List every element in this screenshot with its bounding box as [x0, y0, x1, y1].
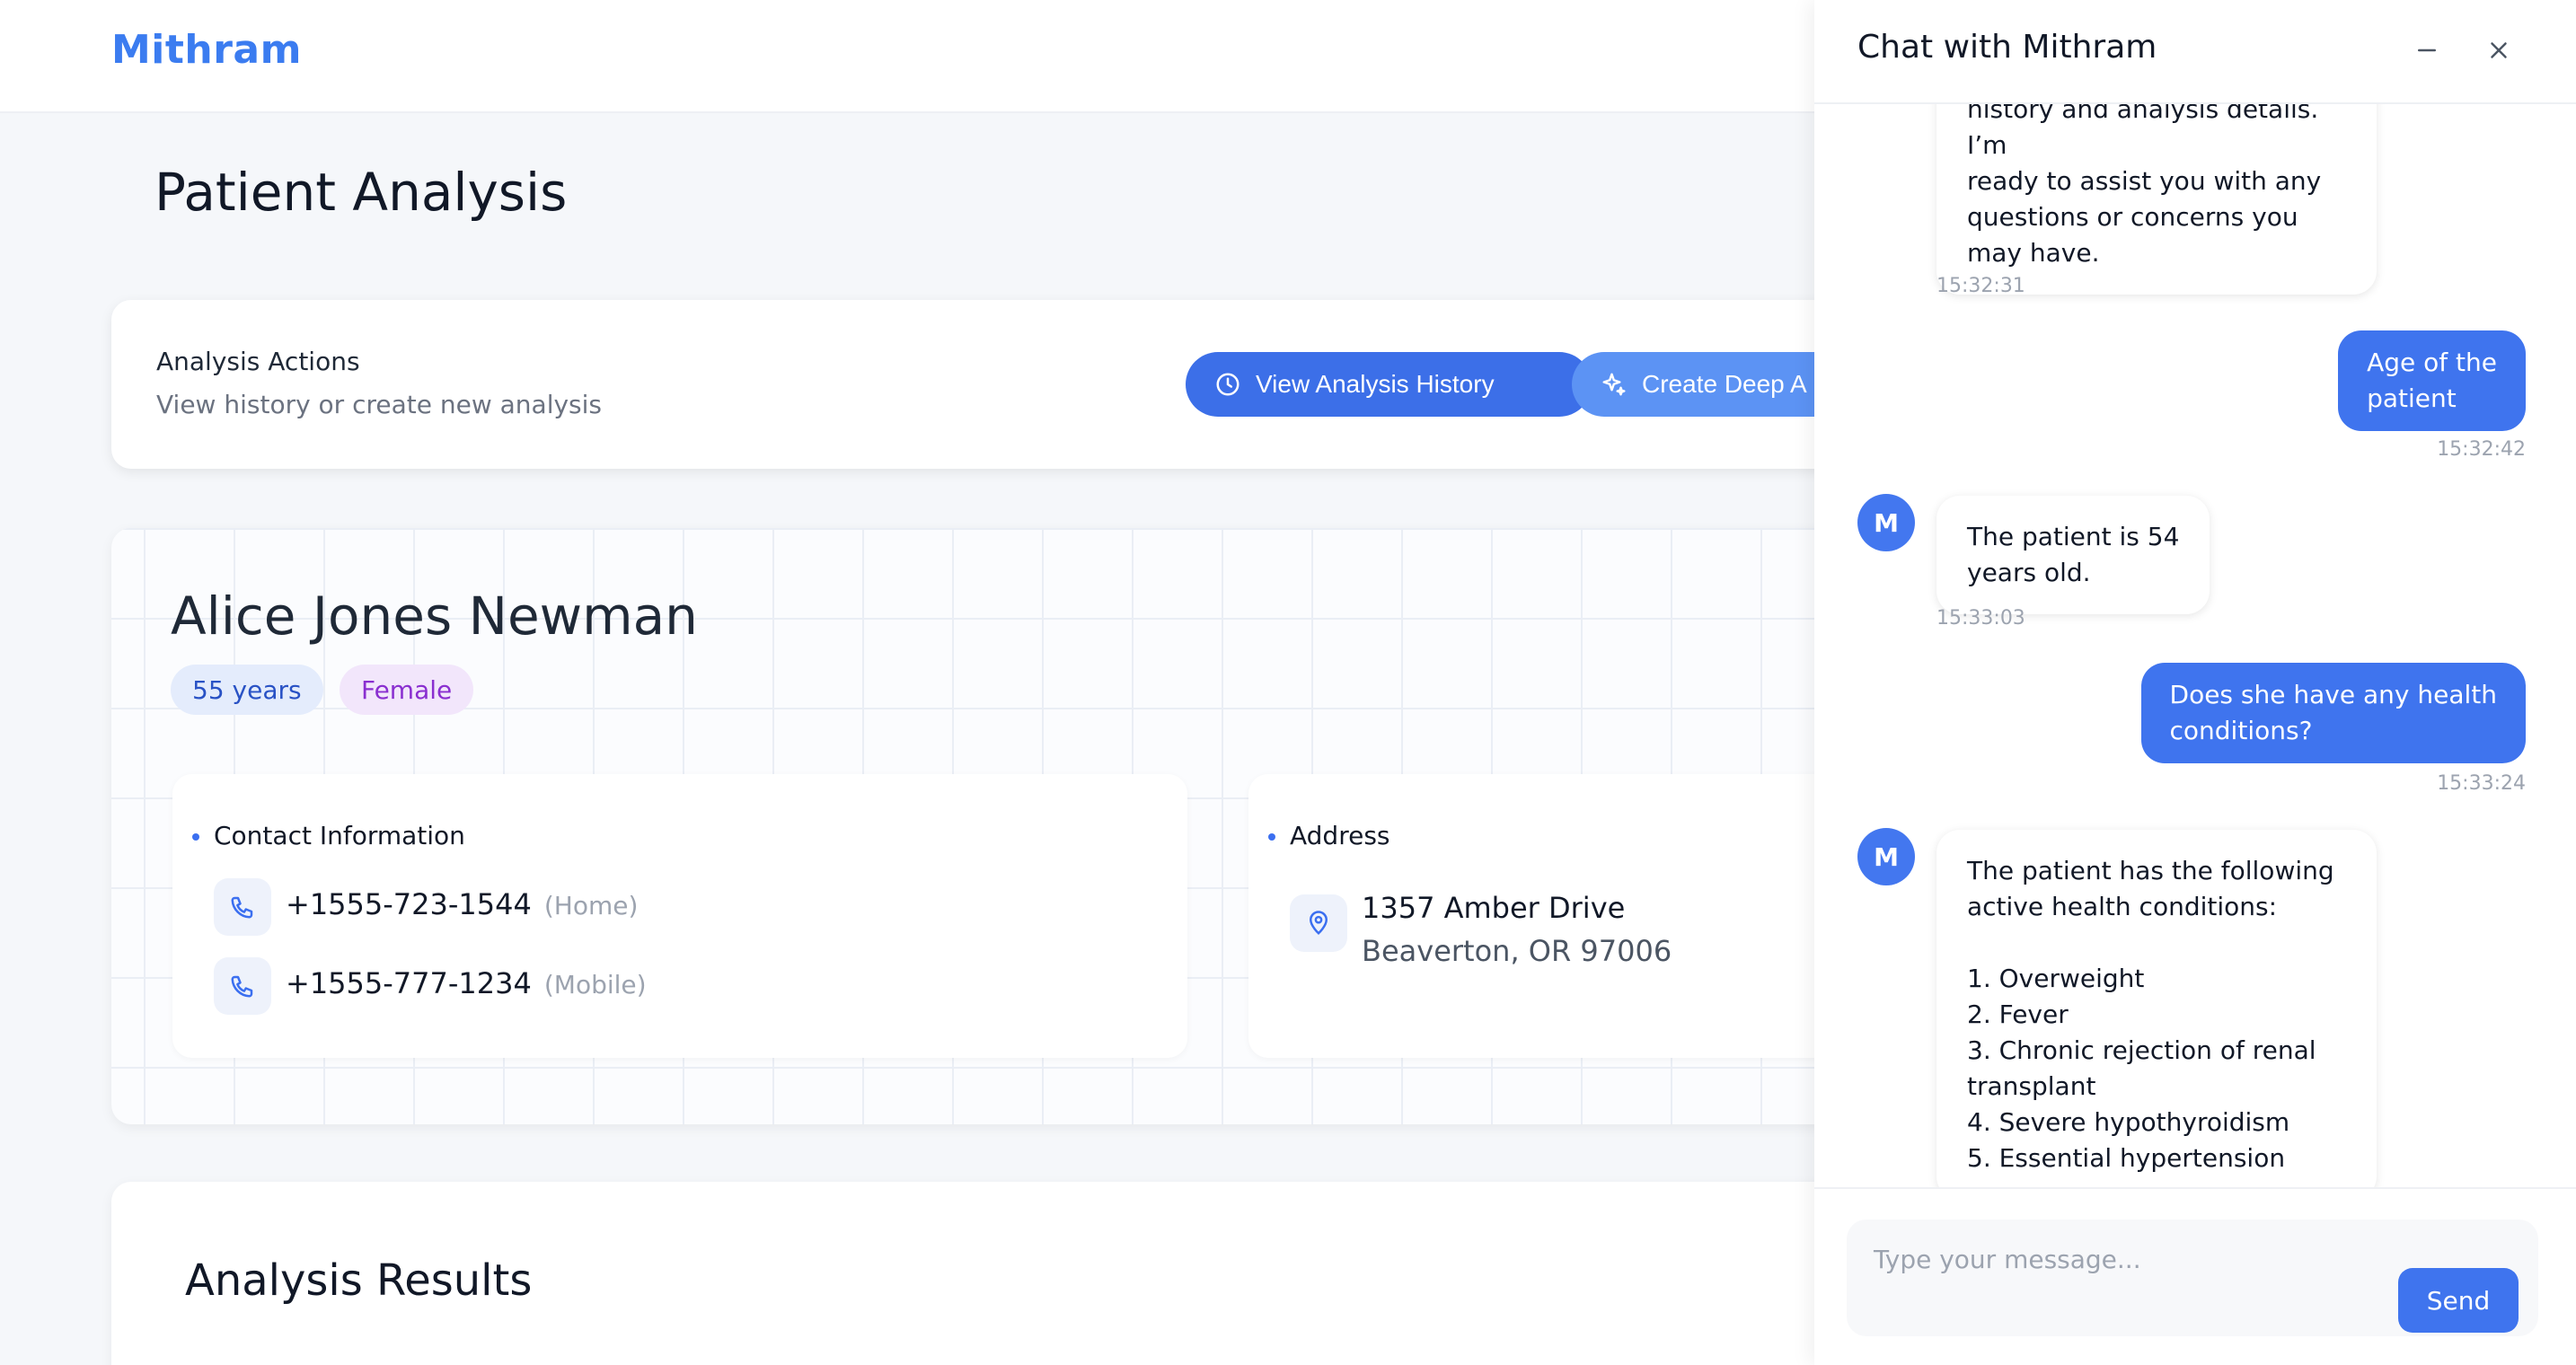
phone-number: +1555-723-1544 — [286, 887, 532, 921]
chat-messages[interactable]: history and analysis details. I’m ready … — [1814, 104, 2576, 1187]
chat-input-area: Send — [1814, 1187, 2576, 1365]
gender-badge: Female — [340, 665, 474, 715]
analysis-results-card: Analysis Results — [111, 1182, 1908, 1365]
message-timestamp: 15:33:24 — [2437, 772, 2526, 795]
age-badge: 55 years — [171, 665, 323, 715]
contact-information-title: Contact Information — [192, 821, 465, 850]
phone-icon — [214, 957, 271, 1015]
chat-header: Chat with Mithram — [1814, 0, 2576, 104]
patient-card: Alice Jones Newman 55 years Female Conta… — [111, 528, 1931, 1124]
send-button[interactable]: Send — [2398, 1268, 2519, 1333]
address-line-1: 1357 Amber Drive — [1362, 891, 1626, 925]
phone-type: (Home) — [543, 891, 639, 920]
address-title: Address — [1268, 821, 1390, 850]
analysis-actions-card: Analysis Actions View history or create … — [111, 300, 1985, 469]
phone-number: +1555-777-1234 — [286, 966, 532, 1000]
message-timestamp: 15:32:42 — [2437, 438, 2526, 461]
phone-icon — [214, 878, 271, 936]
phone-type: (Mobile) — [543, 970, 647, 1000]
minimize-icon[interactable] — [2407, 31, 2447, 70]
address-line-2: Beaverton, OR 97006 — [1362, 934, 1672, 968]
bot-avatar: M — [1857, 494, 1915, 551]
chat-title: Chat with Mithram — [1857, 29, 2157, 66]
view-analysis-history-label: View Analysis History — [1256, 370, 1495, 398]
bot-message: The patient is 54 years old. — [1936, 496, 2210, 614]
actions-title: Analysis Actions — [156, 347, 360, 376]
sparkles-icon — [1602, 373, 1626, 396]
bot-avatar: M — [1857, 828, 1915, 885]
message-timestamp: 15:33:03 — [1936, 607, 2025, 630]
page-title: Patient Analysis — [154, 162, 568, 223]
bot-message: history and analysis details. I’m ready … — [1936, 104, 2377, 295]
close-icon[interactable] — [2479, 31, 2519, 70]
user-message: Age of the patient — [2338, 330, 2526, 431]
message-timestamp: 15:32:31 — [1936, 275, 2025, 297]
app-logo[interactable]: Mithram — [111, 27, 302, 73]
user-message: Does she have any health conditions? — [2140, 663, 2526, 763]
view-analysis-history-button[interactable]: View Analysis History — [1186, 352, 1592, 417]
bot-message: The patient has the following active hea… — [1936, 830, 2377, 1187]
clock-icon — [1216, 373, 1239, 396]
patient-name: Alice Jones Newman — [171, 586, 698, 647]
actions-subtitle: View history or create new analysis — [156, 390, 603, 419]
contact-information-box: Contact Information +1555-723-1544 (Home)… — [172, 774, 1187, 1058]
analysis-results-title: Analysis Results — [185, 1255, 533, 1306]
phone-mobile[interactable]: +1555-777-1234 (Mobile) — [286, 966, 647, 1000]
chat-panel: Chat with Mithram history and analysis d… — [1814, 0, 2576, 1365]
phone-home[interactable]: +1555-723-1544 (Home) — [286, 887, 638, 921]
map-pin-icon — [1290, 894, 1347, 952]
create-deep-analysis-label: Create Deep A — [1642, 370, 1807, 398]
